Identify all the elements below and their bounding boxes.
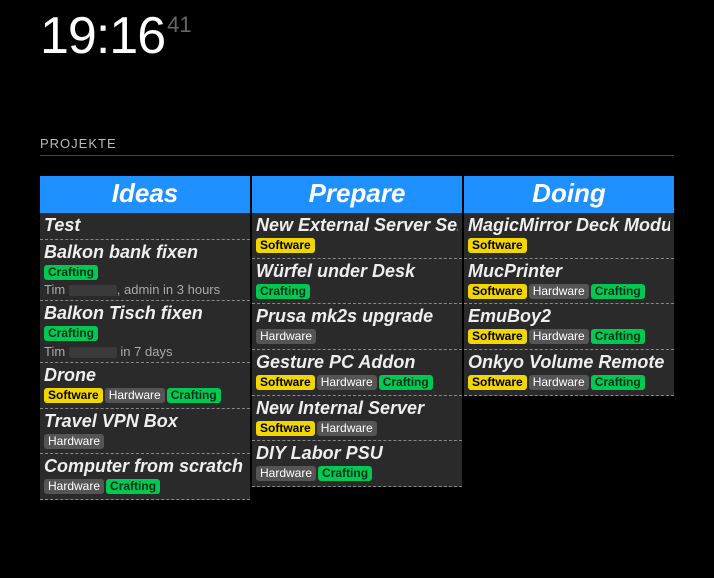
- card-title: Prusa mk2s upgrade: [256, 306, 458, 327]
- card-title: Balkon Tisch fixen: [44, 303, 246, 324]
- card-labels: SoftwareHardware: [256, 419, 458, 437]
- card-title: Travel VPN Box: [44, 411, 246, 432]
- label-hardware: Hardware: [317, 375, 377, 390]
- label-software: Software: [256, 238, 315, 253]
- column-header: Prepare: [252, 176, 462, 213]
- kanban-card[interactable]: Würfel under Desk Crafting: [252, 259, 462, 305]
- card-labels: Software: [468, 237, 670, 255]
- card-labels: SoftwareHardwareCrafting: [256, 374, 458, 392]
- kanban-card[interactable]: Gesture PC AddonSoftwareHardwareCrafting: [252, 350, 462, 396]
- label-crafting: Crafting: [379, 375, 433, 390]
- redacted-text: [69, 347, 117, 358]
- label-hardware: Hardware: [256, 466, 316, 481]
- label-hardware: Hardware: [44, 434, 104, 449]
- card-title: Balkon bank fixen: [44, 242, 246, 263]
- kanban-card[interactable]: Travel VPN Box Hardware: [40, 409, 250, 455]
- clock-seconds: 41: [167, 12, 191, 37]
- label-crafting: Crafting: [318, 466, 372, 481]
- card-title: Computer from scratch: [44, 456, 246, 477]
- card-title: Drone: [44, 365, 246, 386]
- card-title: New Internal Server: [256, 398, 458, 419]
- card-title: Test: [44, 215, 246, 236]
- kanban-card[interactable]: Prusa mk2s upgrade Hardware: [252, 304, 462, 350]
- card-labels: HardwareCrafting: [44, 478, 246, 496]
- card-title: DIY Labor PSU: [256, 443, 458, 464]
- label-crafting: Crafting: [106, 479, 160, 494]
- clock-time: 19:16: [40, 7, 165, 65]
- label-hardware: Hardware: [529, 284, 589, 299]
- label-software: Software: [468, 375, 527, 390]
- label-hardware: Hardware: [105, 388, 165, 403]
- card-title: Onkyo Volume Remote: [468, 352, 670, 373]
- projects-section: PROJEKTE IdeasTest Balkon bank fixen Craft…: [40, 136, 674, 500]
- column-header: Doing: [464, 176, 674, 213]
- label-crafting: Crafting: [167, 388, 221, 403]
- label-software: Software: [468, 284, 527, 299]
- card-labels: Hardware: [256, 328, 458, 346]
- kanban-card[interactable]: EmuBoy2SoftwareHardwareCrafting: [464, 304, 674, 350]
- label-crafting: Crafting: [256, 284, 310, 299]
- kanban-card[interactable]: Balkon bank fixen Crafting Tim , admin in …: [40, 240, 250, 302]
- label-hardware: Hardware: [529, 375, 589, 390]
- card-title: Gesture PC Addon: [256, 352, 458, 373]
- kanban-card[interactable]: Balkon Tisch fixen Crafting Tim in 7 days: [40, 301, 250, 363]
- label-crafting: Crafting: [591, 284, 645, 299]
- card-labels: Crafting: [256, 282, 458, 300]
- clock: 19:1641: [0, 0, 714, 66]
- label-software: Software: [468, 238, 527, 253]
- kanban-column: PrepareNew External Server Server Softwar…: [252, 176, 462, 500]
- kanban-card[interactable]: New Internal ServerSoftwareHardware: [252, 396, 462, 442]
- redacted-text: [69, 285, 117, 296]
- card-labels: SoftwareHardwareCrafting: [468, 282, 670, 300]
- card-labels: Software: [256, 237, 458, 255]
- label-crafting: Crafting: [591, 329, 645, 344]
- card-labels: SoftwareHardwareCrafting: [468, 374, 670, 392]
- card-meta: Tim , admin in 3 hours: [44, 282, 246, 297]
- label-crafting: Crafting: [591, 375, 645, 390]
- label-software: Software: [256, 421, 315, 436]
- kanban-card[interactable]: Test: [40, 213, 250, 240]
- card-labels: SoftwareHardwareCrafting: [44, 387, 246, 405]
- label-hardware: Hardware: [529, 329, 589, 344]
- kanban-card[interactable]: Onkyo Volume RemoteSoftwareHardwareCraft…: [464, 350, 674, 396]
- card-labels: Hardware: [44, 432, 246, 450]
- kanban-card[interactable]: DroneSoftwareHardwareCrafting: [40, 363, 250, 409]
- kanban-card[interactable]: DIY Labor PSUHardwareCrafting: [252, 441, 462, 487]
- label-hardware: Hardware: [317, 421, 377, 436]
- card-title: New External Server Server: [256, 215, 458, 236]
- kanban-board: IdeasTest Balkon bank fixen Crafting Tim , …: [40, 176, 674, 500]
- label-crafting: Crafting: [44, 326, 98, 341]
- kanban-card[interactable]: MucPrinterSoftwareHardwareCrafting: [464, 259, 674, 305]
- kanban-column: IdeasTest Balkon bank fixen Crafting Tim , …: [40, 176, 250, 500]
- card-meta: Tim in 7 days: [44, 344, 246, 359]
- kanban-column: DoingMagicMirror Deck Module Software MucP…: [464, 176, 674, 500]
- card-labels: HardwareCrafting: [256, 465, 458, 483]
- card-title: Würfel under Desk: [256, 261, 458, 282]
- kanban-card[interactable]: Computer from scratchHardwareCrafting: [40, 454, 250, 500]
- label-hardware: Hardware: [256, 329, 316, 344]
- card-title: MagicMirror Deck Module: [468, 215, 670, 236]
- label-software: Software: [256, 375, 315, 390]
- label-software: Software: [44, 388, 103, 403]
- label-software: Software: [468, 329, 527, 344]
- label-hardware: Hardware: [44, 479, 104, 494]
- card-labels: Crafting: [44, 263, 246, 281]
- card-labels: Crafting: [44, 325, 246, 343]
- label-crafting: Crafting: [44, 265, 98, 280]
- section-title: PROJEKTE: [40, 136, 674, 156]
- column-header: Ideas: [40, 176, 250, 213]
- kanban-card[interactable]: New External Server Server Software: [252, 213, 462, 259]
- card-title: MucPrinter: [468, 261, 670, 282]
- card-labels: SoftwareHardwareCrafting: [468, 328, 670, 346]
- kanban-card[interactable]: MagicMirror Deck Module Software: [464, 213, 674, 259]
- card-title: EmuBoy2: [468, 306, 670, 327]
